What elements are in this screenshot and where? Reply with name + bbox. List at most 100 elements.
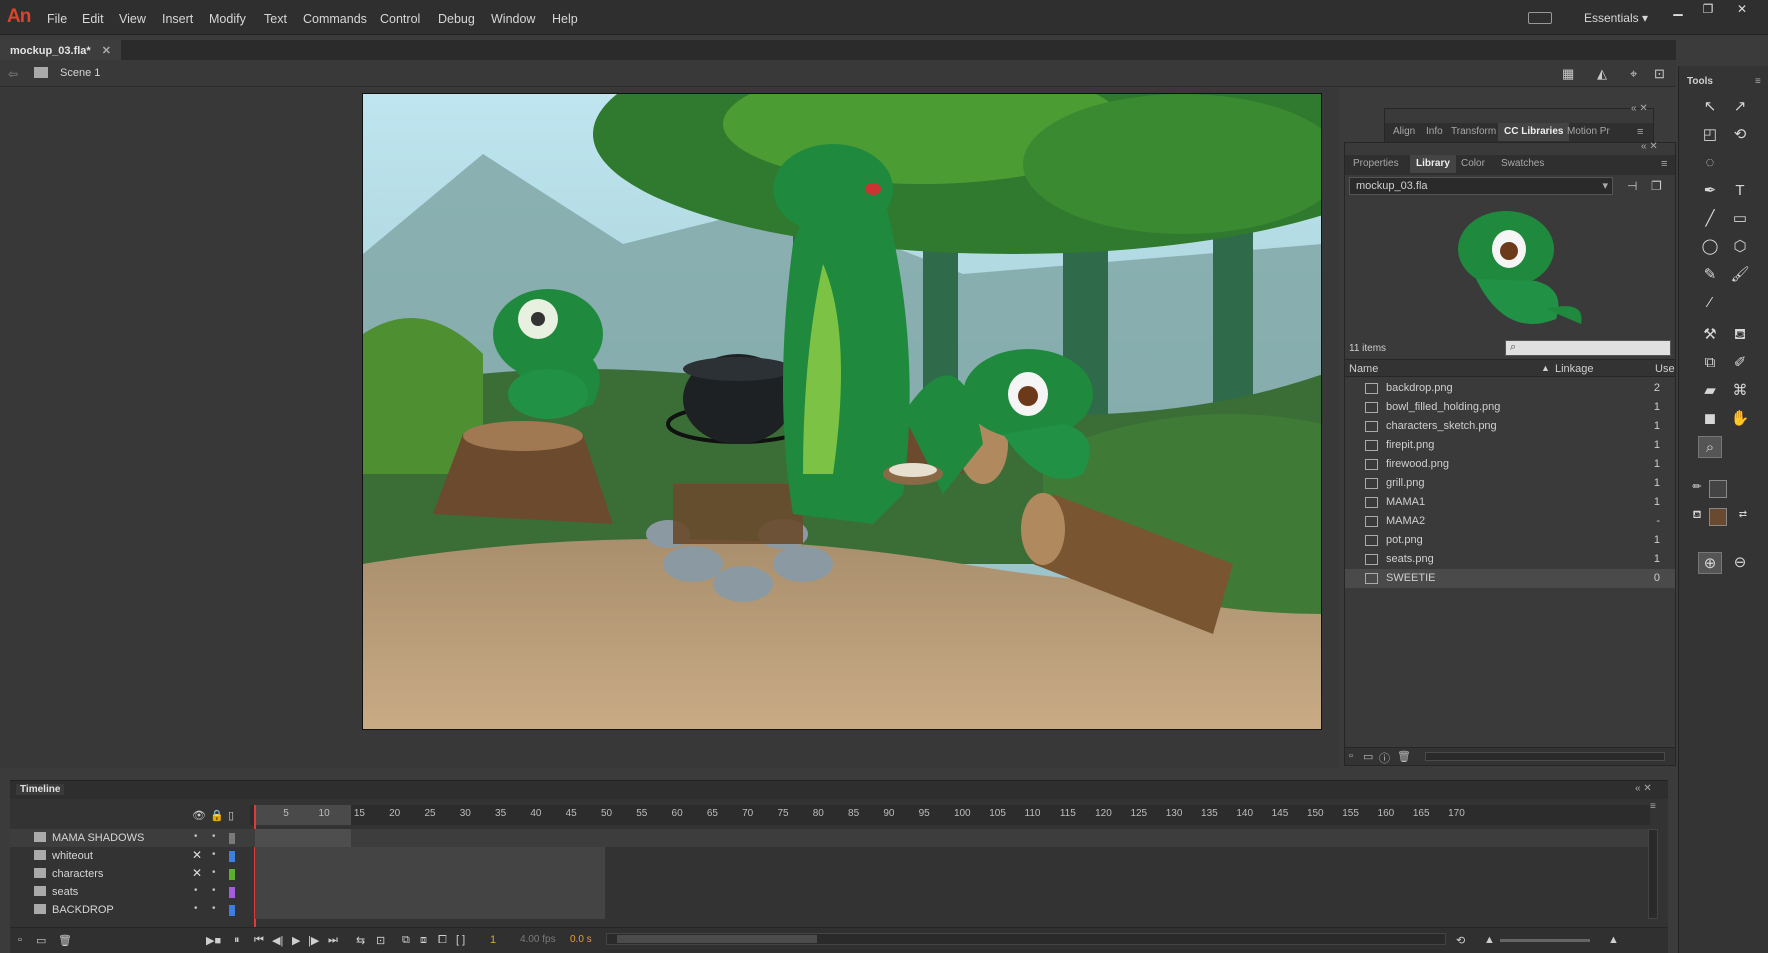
free-transform-tool-icon[interactable]: ◰ — [1698, 124, 1722, 146]
tab-motion-presets[interactable]: Motion Pr — [1561, 123, 1616, 141]
new-folder-icon[interactable]: ▭ — [36, 934, 46, 947]
tab-library[interactable]: Library — [1410, 155, 1456, 173]
brush-tool-icon[interactable]: ⁄ — [1698, 292, 1722, 314]
layer-outline-color[interactable] — [229, 905, 235, 916]
center-stage-icon[interactable]: ⌖ — [1630, 66, 1637, 82]
column-name[interactable]: Name — [1349, 363, 1378, 375]
3d-rotation-tool-icon[interactable]: ⟲ — [1728, 124, 1752, 146]
library-search-input[interactable]: ⌕ — [1505, 340, 1671, 356]
paint-brush-tool-icon[interactable]: 🖌 — [1728, 264, 1752, 286]
restore-icon[interactable]: ❐ — [1696, 2, 1720, 18]
eyedropper-tool-icon[interactable]: ✐ — [1728, 352, 1752, 374]
loop-icon[interactable]: ⇆ — [356, 934, 365, 947]
layer-frames[interactable] — [255, 883, 605, 901]
properties-icon[interactable]: ⓘ — [1379, 750, 1390, 766]
minimize-icon[interactable]: ▁ — [1666, 2, 1690, 18]
library-item[interactable]: backdrop.png 2 — [1345, 379, 1675, 398]
decrease-frame-size-icon[interactable]: ▲ — [1484, 934, 1495, 946]
library-item[interactable]: firepit.png 1 — [1345, 436, 1675, 455]
layer-lock-dot[interactable]: • — [212, 849, 216, 860]
pencil-tool-icon[interactable]: ✎ — [1698, 264, 1722, 286]
layer-visibility-dot[interactable]: • — [194, 885, 198, 896]
stage-canvas[interactable] — [362, 93, 1322, 730]
layer-lock-dot[interactable]: • — [212, 867, 216, 878]
layer-outline-color[interactable] — [229, 833, 235, 844]
fill-color-swatch[interactable] — [1709, 508, 1727, 526]
pen-tool-icon[interactable]: ✒ — [1698, 180, 1722, 202]
layer-row[interactable]: BACKDROP • • — [10, 901, 1658, 919]
text-tool-icon[interactable]: T — [1728, 180, 1752, 202]
stroke-color-icon[interactable]: ✏ — [1685, 476, 1709, 498]
step-back-icon[interactable]: ◀| — [272, 934, 283, 947]
zoom-tool-icon[interactable]: ⌕ — [1698, 436, 1722, 458]
panel-menu-icon[interactable]: ≡ — [1637, 126, 1643, 138]
paint-bucket-tool-icon[interactable]: ⛾ — [1728, 324, 1752, 346]
eraser-tool-icon[interactable]: ▰ — [1698, 380, 1722, 402]
close-icon[interactable]: ✕ — [1730, 2, 1754, 18]
menu-commands[interactable]: Commands — [303, 12, 367, 26]
workspace-switcher[interactable]: Essentials ▾ — [1584, 11, 1648, 25]
edit-multiple-frames-icon[interactable]: ⧠ — [438, 934, 447, 947]
layer-frames[interactable] — [255, 865, 605, 883]
new-symbol-icon[interactable]: ▫ — [1349, 750, 1353, 762]
increase-frame-size-icon[interactable]: ▲ — [1608, 934, 1619, 946]
fill-color-icon[interactable]: ⛾ — [1685, 504, 1709, 526]
onion-skin-icon[interactable]: ⧉ — [402, 934, 410, 947]
menu-window[interactable]: Window — [491, 12, 535, 26]
tab-transform[interactable]: Transform — [1445, 123, 1502, 141]
oval-tool-icon[interactable]: ◯ — [1698, 236, 1722, 258]
new-folder-icon[interactable]: ▭ — [1363, 750, 1373, 763]
menu-debug[interactable]: Debug — [438, 12, 475, 26]
scene-label[interactable]: Scene 1 — [60, 67, 100, 79]
sync-icon[interactable] — [1528, 12, 1552, 24]
go-to-first-frame-icon[interactable]: ⏮ — [254, 934, 264, 947]
outline-all-icon[interactable]: ▯ — [228, 809, 234, 822]
scrollbar-thumb[interactable] — [617, 935, 817, 943]
delete-icon[interactable]: 🗑 — [1397, 750, 1411, 763]
menu-insert[interactable]: Insert — [162, 12, 193, 26]
library-item[interactable]: pot.png 1 — [1345, 531, 1675, 550]
width-tool-icon[interactable]: ⧉ — [1698, 352, 1722, 374]
go-to-last-frame-icon[interactable]: ⏭ — [328, 934, 338, 947]
library-item[interactable]: seats.png 1 — [1345, 550, 1675, 569]
library-item[interactable]: firewood.png 1 — [1345, 455, 1675, 474]
document-tab[interactable]: mockup_03.fla* ✕ — [0, 40, 121, 60]
stroke-color-swatch[interactable] — [1709, 480, 1727, 498]
tools-menu-icon[interactable]: ≡ — [1755, 76, 1761, 87]
menu-text[interactable]: Text — [264, 12, 287, 26]
frame-rate[interactable]: 4.00 fps — [520, 934, 556, 945]
center-frame-icon[interactable]: ⊡ — [376, 934, 385, 947]
line-tool-icon[interactable]: ╱ — [1698, 208, 1722, 230]
polystar-tool-icon[interactable]: ⬡ — [1728, 236, 1752, 258]
layer-row[interactable]: seats • • — [10, 883, 1658, 901]
modify-markers-icon[interactable]: [ ] — [456, 934, 465, 946]
selection-tool-icon[interactable]: ↖ — [1698, 96, 1722, 118]
timeline-tab[interactable]: Timeline — [16, 784, 65, 795]
camera-layer-icon[interactable]: ▶■ — [206, 934, 221, 947]
collapse-timeline-icon[interactable]: « ✕ — [1635, 783, 1652, 794]
collapse-panel-icon[interactable]: « ✕ — [1631, 103, 1648, 114]
new-library-panel-icon[interactable]: ❐ — [1651, 179, 1662, 193]
show-hide-all-icon[interactable]: 👁 — [192, 809, 206, 822]
edit-scene-icon[interactable]: ▦ — [1562, 66, 1574, 82]
layer-frames[interactable] — [255, 847, 605, 865]
collapse-library-icon[interactable]: « ✕ — [1641, 141, 1658, 152]
layer-keyframes[interactable] — [255, 829, 351, 847]
tab-properties[interactable]: Properties — [1347, 155, 1405, 173]
timeline-horizontal-scrollbar[interactable] — [606, 933, 1446, 945]
tab-align[interactable]: Align — [1387, 123, 1421, 141]
layer-lock-dot[interactable]: • — [212, 903, 216, 914]
layer-outline-color[interactable] — [229, 851, 235, 862]
library-item[interactable]: SWEETIE 0 — [1345, 569, 1675, 588]
menu-file[interactable]: File — [47, 12, 67, 26]
swap-colors-icon[interactable]: ⇄ — [1731, 504, 1755, 526]
tab-cc-libraries[interactable]: CC Libraries — [1498, 123, 1570, 141]
lasso-tool-icon[interactable]: ◌ — [1698, 152, 1722, 174]
column-use[interactable]: Use — [1655, 363, 1675, 375]
rectangle-tool-icon[interactable]: ▭ — [1728, 208, 1752, 230]
library-menu-icon[interactable]: ≡ — [1661, 158, 1667, 170]
camera-tool-icon[interactable]: ◼ — [1698, 408, 1722, 430]
edit-symbol-icon[interactable]: ◭ — [1597, 66, 1607, 82]
layer-visibility-dot[interactable]: • — [194, 831, 198, 842]
play-icon[interactable]: ▶ — [292, 934, 300, 947]
